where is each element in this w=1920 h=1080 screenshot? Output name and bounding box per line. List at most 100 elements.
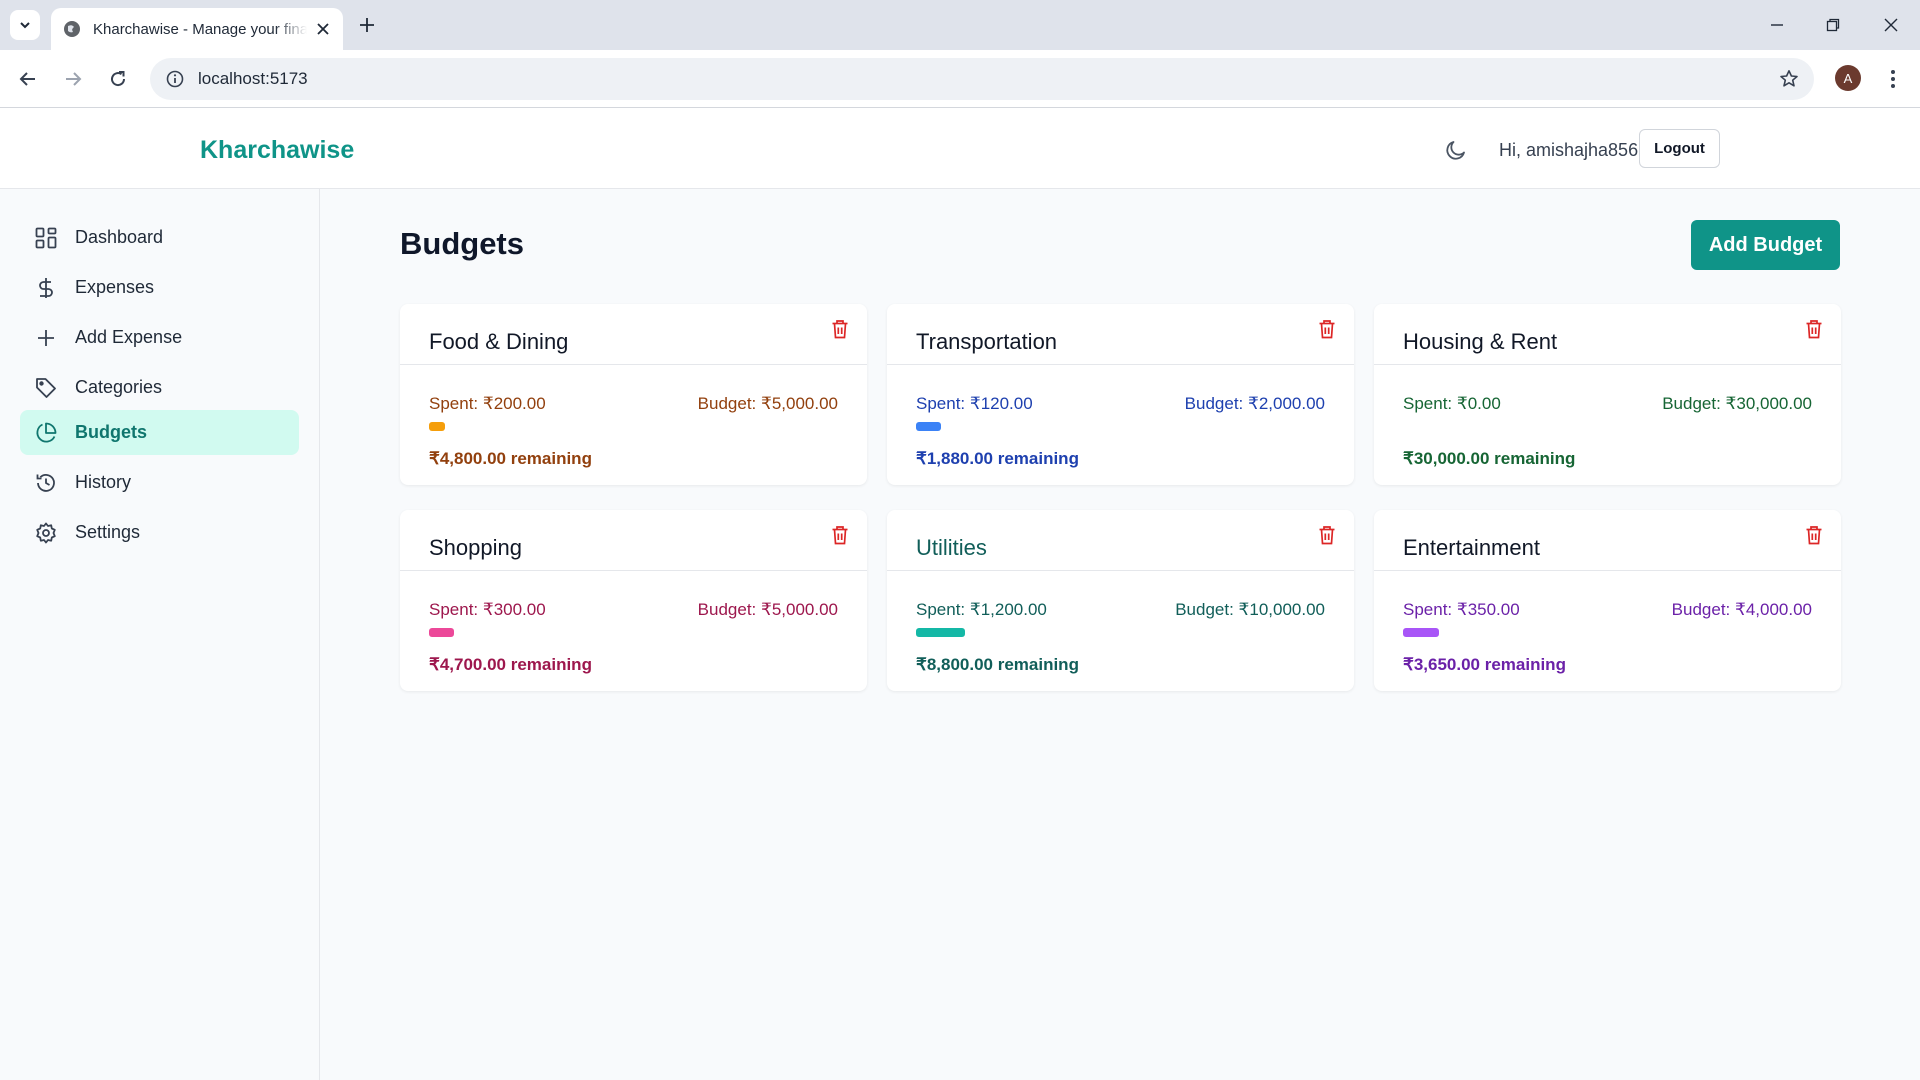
remaining-amount: ₹4,800.00 remaining (429, 449, 592, 468)
trash-icon (1806, 526, 1822, 545)
page-title: Budgets (400, 226, 524, 261)
sidebar-item-label: Expenses (75, 277, 155, 297)
close-tab-icon[interactable] (313, 19, 333, 39)
restore-button[interactable] (1818, 10, 1848, 40)
budget-amount: Budget: ₹4,000.00 (1671, 600, 1812, 619)
budget-category-name: Utilities (916, 535, 987, 560)
delete-budget-button[interactable] (1314, 316, 1340, 342)
brand-logo[interactable]: Kharchawise (200, 136, 354, 165)
delete-budget-button[interactable] (827, 316, 853, 342)
trash-icon (1319, 320, 1335, 339)
moon-icon (1446, 141, 1465, 160)
budget-card-header: Transportation (887, 304, 1354, 365)
budget-card: Transportation Spent: ₹120.00 Budget: ₹2… (887, 304, 1354, 485)
reload-button[interactable] (103, 64, 133, 94)
globe-icon (64, 21, 80, 37)
spent-amount: Spent: ₹120.00 (916, 394, 1033, 413)
budget-card: Shopping Spent: ₹300.00 Budget: ₹5,000.0… (400, 510, 867, 691)
spent-amount: Spent: ₹1,200.00 (916, 600, 1047, 619)
spent-amount: Spent: ₹350.00 (1403, 600, 1520, 619)
restore-icon (1826, 18, 1840, 32)
budget-category-name: Shopping (429, 535, 522, 560)
budget-category-name: Food & Dining (429, 329, 569, 354)
chevron-down-icon (20, 22, 30, 29)
sidebar-item-settings[interactable]: Settings (20, 510, 299, 555)
sidebar-item-expenses[interactable]: Expenses (20, 265, 299, 310)
plus-icon (34, 326, 58, 350)
theme-toggle-button[interactable] (1441, 135, 1471, 165)
budget-amount: Budget: ₹5,000.00 (697, 600, 838, 619)
sidebar-item-budgets[interactable]: Budgets (20, 410, 299, 455)
close-icon (1884, 18, 1898, 32)
delete-budget-button[interactable] (827, 522, 853, 548)
remaining-amount: ₹8,800.00 remaining (916, 655, 1079, 674)
trash-icon (1319, 526, 1335, 545)
spent-amount: Spent: ₹200.00 (429, 394, 546, 413)
arrow-left-icon (19, 72, 35, 86)
progress-bar (429, 628, 454, 637)
progress-bar (1403, 628, 1439, 637)
delete-budget-button[interactable] (1314, 522, 1340, 548)
pie-chart-icon (34, 421, 58, 445)
budget-card: Food & Dining Spent: ₹200.00 Budget: ₹5,… (400, 304, 867, 485)
sidebar-item-label: History (75, 472, 132, 492)
dashboard-icon (34, 226, 58, 250)
tag-icon (34, 376, 58, 400)
plus-icon (360, 18, 374, 32)
sidebar-item-label: Dashboard (75, 227, 164, 247)
profile-avatar[interactable]: A (1835, 65, 1861, 91)
budget-card: Housing & Rent Spent: ₹0.00 Budget: ₹30,… (1374, 304, 1841, 485)
url-text: localhost:5173 (198, 69, 308, 88)
budget-card-header: Housing & Rent (1374, 304, 1841, 365)
more-vertical-icon (1891, 70, 1895, 88)
sidebar-item-add-expense[interactable]: Add Expense (20, 315, 299, 360)
remaining-amount: ₹3,650.00 remaining (1403, 655, 1566, 674)
sidebar-item-label: Budgets (75, 422, 147, 442)
sidebar-item-history[interactable]: History (20, 460, 299, 505)
minimize-icon (1771, 24, 1783, 26)
delete-budget-button[interactable] (1801, 316, 1827, 342)
browser-toolbar: localhost:5173 A (0, 50, 1920, 108)
minimize-button[interactable] (1762, 10, 1792, 40)
back-button[interactable] (13, 64, 43, 94)
browser-menu-button[interactable] (1878, 64, 1908, 94)
trash-icon (832, 320, 848, 339)
history-icon (34, 471, 58, 495)
arrow-right-icon (66, 72, 82, 86)
spent-amount: Spent: ₹0.00 (1403, 394, 1501, 413)
budget-card: Entertainment Spent: ₹350.00 Budget: ₹4,… (1374, 510, 1841, 691)
sidebar-item-dashboard[interactable]: Dashboard (20, 215, 299, 260)
logout-button[interactable]: Logout (1639, 129, 1720, 168)
trash-icon (1806, 320, 1822, 339)
add-budget-button[interactable]: Add Budget (1691, 220, 1840, 270)
budget-card-header: Entertainment (1374, 510, 1841, 571)
progress-bar (916, 422, 941, 431)
budget-amount: Budget: ₹2,000.00 (1184, 394, 1325, 413)
delete-budget-button[interactable] (1801, 522, 1827, 548)
budget-card-header: Shopping (400, 510, 867, 571)
budget-card-header: Utilities (887, 510, 1354, 571)
reload-icon (111, 71, 126, 87)
site-info-icon[interactable] (164, 68, 186, 90)
progress-bar (429, 422, 446, 431)
sidebar-item-label: Settings (75, 522, 141, 542)
forward-button[interactable] (58, 64, 88, 94)
budget-amount: Budget: ₹10,000.00 (1175, 600, 1325, 619)
budget-card-header: Food & Dining (400, 304, 867, 365)
budget-category-name: Entertainment (1403, 535, 1540, 560)
sidebar-item-label: Add Expense (75, 327, 183, 347)
bookmark-star-icon[interactable] (1778, 68, 1800, 90)
budget-amount: Budget: ₹30,000.00 (1662, 394, 1812, 413)
tab-title: Kharchawise - Manage your finances (93, 20, 307, 38)
browser-tab-strip: Kharchawise - Manage your finances (0, 0, 1920, 50)
budget-card: Utilities Spent: ₹1,200.00 Budget: ₹10,0… (887, 510, 1354, 691)
browser-tab[interactable]: Kharchawise - Manage your finances (51, 8, 343, 50)
address-bar[interactable]: localhost:5173 (150, 58, 1814, 100)
new-tab-button[interactable] (354, 12, 380, 38)
close-window-button[interactable] (1876, 10, 1906, 40)
tab-search-button[interactable] (10, 10, 40, 40)
gear-icon (34, 521, 58, 545)
sidebar-item-categories[interactable]: Categories (20, 365, 299, 410)
remaining-amount: ₹1,880.00 remaining (916, 449, 1079, 468)
user-greeting: Hi, amishajha856 (1499, 140, 1639, 160)
